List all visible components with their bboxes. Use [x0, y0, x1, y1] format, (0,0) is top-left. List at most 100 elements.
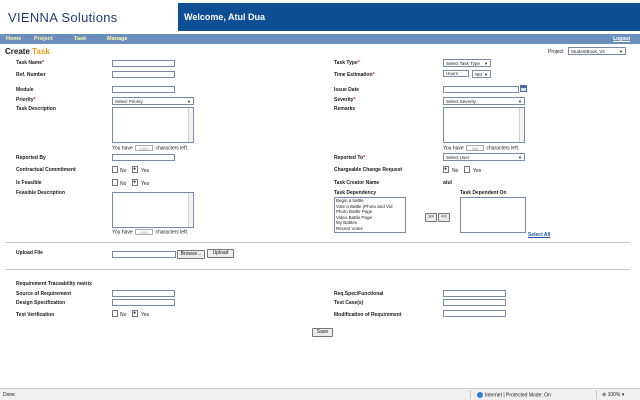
- verification-yes-label: Yes: [141, 312, 150, 318]
- task-dependency-listbox[interactable]: Begin a battle Vote a Battle (Photo and …: [334, 197, 406, 233]
- project-select[interactable]: StudentBook_V2 ▼: [568, 47, 626, 55]
- chargeable-no-label: No: [452, 168, 459, 174]
- nav-project[interactable]: Project: [34, 36, 53, 42]
- issue-date-label: Issue Date: [334, 87, 360, 93]
- feasible-counter: You have 1000 characters left.: [112, 229, 189, 236]
- contractual-yes-label: Yes: [141, 168, 150, 174]
- scrollbar[interactable]: [188, 108, 193, 142]
- nav-manage[interactable]: Manage: [107, 36, 127, 42]
- status-bar: Done Internet | Protected Mode: On ⊕ 100…: [0, 388, 640, 400]
- nav-home[interactable]: Home: [6, 36, 21, 42]
- task-type-select[interactable]: Select Task Type ▼: [443, 59, 491, 67]
- task-dependent-on-listbox[interactable]: [460, 197, 526, 233]
- divider: [5, 269, 630, 270]
- modification-input[interactable]: [443, 310, 506, 317]
- chargeable-yes-label: Yes: [473, 168, 482, 174]
- security-zone: Internet | Protected Mode: On: [477, 392, 551, 398]
- chevron-down-icon: ▼: [518, 99, 522, 104]
- logout-link[interactable]: Logout: [613, 36, 630, 42]
- app-header: VIENNA Solutions Welcome, Atul Dua: [0, 0, 640, 34]
- reported-by-input[interactable]: [112, 154, 175, 161]
- task-dependent-on-label: Task Dependent On: [460, 190, 507, 196]
- verification-no-radio[interactable]: [112, 310, 118, 317]
- contractual-label: Contractual Commitment: [16, 167, 76, 173]
- zoom-level[interactable]: ⊕ 100% ▾: [602, 392, 624, 398]
- req-spec-input[interactable]: [443, 290, 506, 297]
- task-creator-label: Task Creator Name: [334, 180, 380, 186]
- verification-yes-radio[interactable]: [132, 310, 138, 317]
- task-name-input[interactable]: [112, 60, 175, 67]
- task-name-label: Task Name*: [16, 60, 44, 66]
- test-verification-label: Test Verification: [16, 312, 55, 318]
- remarks-textarea[interactable]: [443, 107, 525, 143]
- upload-button[interactable]: Upload: [207, 249, 234, 258]
- task-description-textarea[interactable]: [112, 107, 194, 143]
- status-text: Done: [3, 392, 15, 398]
- design-specification-input[interactable]: [112, 299, 175, 306]
- reported-to-label: Reported To*: [334, 155, 366, 161]
- module-label: Module: [16, 87, 34, 93]
- feasible-description-textarea[interactable]: [112, 192, 194, 228]
- globe-icon: [477, 392, 483, 398]
- contractual-no-radio[interactable]: [112, 166, 118, 173]
- test-cases-input[interactable]: [443, 299, 506, 306]
- feasible-no-radio[interactable]: [112, 179, 118, 186]
- scrollbar[interactable]: [188, 193, 193, 227]
- upload-file-input[interactable]: [112, 251, 176, 258]
- chevron-down-icon: ▼: [484, 61, 488, 66]
- reported-to-select[interactable]: Select User ▼: [443, 153, 525, 161]
- move-left-button[interactable]: <<: [438, 213, 450, 222]
- hours-unit-select[interactable]: NM ▼: [472, 70, 491, 78]
- contractual-yes-radio[interactable]: [132, 166, 138, 173]
- chevron-down-icon: ▼: [484, 72, 488, 77]
- scrollbar[interactable]: [519, 108, 524, 142]
- source-requirement-label: Source of Requirement: [16, 291, 72, 297]
- issue-date-input[interactable]: [443, 86, 519, 93]
- chargeable-label: Chargeable Change Request: [334, 167, 403, 173]
- ref-number-label: Ref. Number: [16, 72, 46, 78]
- chevron-down-icon: ▼: [187, 99, 191, 104]
- feasible-description-label: Feasible Description: [16, 190, 65, 196]
- chevron-down-icon: ▼: [619, 49, 623, 54]
- severity-select[interactable]: Select Severity ▼: [443, 97, 525, 105]
- module-input[interactable]: [112, 86, 175, 93]
- design-specification-label: Design Specification: [16, 300, 66, 306]
- chargeable-no-radio[interactable]: [443, 166, 449, 173]
- feasible-no-label: No: [120, 181, 127, 187]
- feasible-yes-radio[interactable]: [132, 179, 138, 186]
- priority-select[interactable]: Select Priority ▼: [112, 97, 194, 105]
- browse-button[interactable]: Browse...: [177, 250, 205, 259]
- is-feasible-label: Is Feasible: [16, 180, 42, 186]
- source-requirement-input[interactable]: [112, 290, 175, 297]
- test-cases-label: Test Case(s): [334, 300, 364, 306]
- req-spec-label: Req.Spec/Functional: [334, 291, 384, 297]
- list-item[interactable]: Recent Votes: [335, 226, 405, 232]
- divider: [470, 390, 471, 399]
- time-estimation-label: Time Estimation*: [334, 72, 375, 78]
- save-button[interactable]: Save: [312, 328, 333, 337]
- reported-by-label: Reported By: [16, 155, 46, 161]
- divider: [596, 390, 597, 399]
- logo: VIENNA Solutions: [8, 10, 118, 25]
- page-title: Create Task: [5, 47, 50, 56]
- verification-no-label: No: [120, 312, 127, 318]
- calendar-icon[interactable]: [520, 85, 527, 92]
- task-creator-value: atul: [443, 180, 452, 186]
- ref-number-input[interactable]: [112, 71, 175, 78]
- feasible-yes-label: Yes: [141, 181, 150, 187]
- move-right-button[interactable]: >>: [425, 213, 437, 222]
- description-counter: You have 1000 characters left.: [112, 145, 189, 152]
- hours-input[interactable]: Hours: [443, 70, 469, 77]
- task-type-label: Task Type*: [334, 60, 360, 66]
- traceability-title: Requirement Traceability matrix: [16, 281, 92, 287]
- modification-label: Modification of Requirement: [334, 312, 402, 318]
- remarks-label: Remarks: [334, 106, 356, 112]
- severity-label: Severity*: [334, 97, 356, 103]
- zoom-icon: ⊕: [602, 392, 607, 398]
- project-label: Project: [548, 49, 564, 55]
- nav-task[interactable]: Task: [74, 36, 86, 42]
- contractual-no-label: No: [120, 168, 127, 174]
- chargeable-yes-radio[interactable]: [464, 166, 470, 173]
- select-all-link[interactable]: Select All: [528, 232, 550, 238]
- welcome-banner: Welcome, Atul Dua: [178, 3, 640, 31]
